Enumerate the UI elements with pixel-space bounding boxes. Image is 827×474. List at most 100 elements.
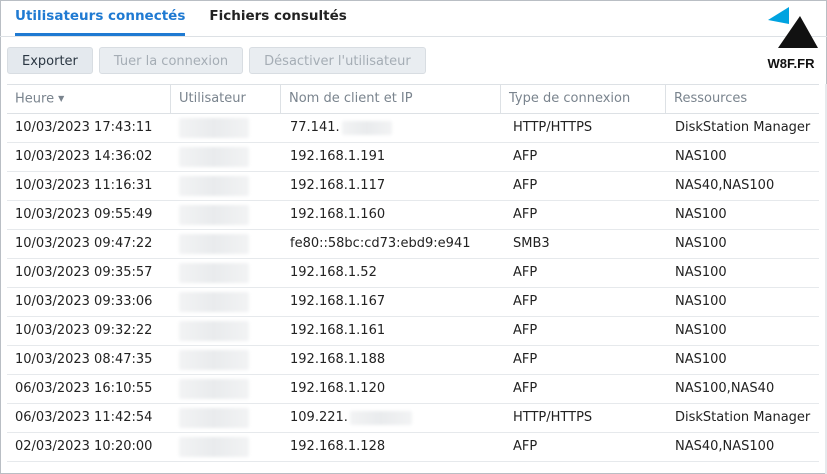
cell-connection-type-text: HTTP/HTTPS (513, 120, 593, 135)
cell-client-text: 192.168.1.52 (290, 265, 377, 280)
cell-time: 06/03/2023 11:42:54 (7, 404, 171, 432)
cell-connection-type: AFP (501, 375, 666, 403)
redacted-username (179, 233, 249, 254)
redacted-username (179, 262, 249, 283)
cell-resources-text: DiskStation Manager (675, 120, 811, 135)
table-row[interactable]: 10/03/2023 11:16:31 192.168.1.117 AFP NAS40… (7, 172, 819, 201)
column-header-resources[interactable]: Ressources (666, 85, 819, 113)
cell-resources-text: NAS100 (675, 207, 727, 222)
cell-time-text: 10/03/2023 09:32:22 (15, 323, 153, 338)
column-header-time[interactable]: Heure ▼ (7, 85, 171, 113)
cell-resources: NAS100 (666, 288, 819, 316)
cell-resources: NAS100 (666, 201, 819, 229)
table-row[interactable]: 06/03/2023 16:10:55 192.168.1.120 AFP NAS10… (7, 375, 819, 404)
cell-time-text: 10/03/2023 09:47:22 (15, 236, 153, 251)
cell-user (171, 433, 281, 461)
cell-user (171, 172, 281, 200)
cell-time: 10/03/2023 08:47:35 (7, 346, 171, 374)
table-row[interactable]: 10/03/2023 09:47:22 fe80::58bc:cd73:ebd9:… (7, 230, 819, 259)
cell-time-text: 10/03/2023 14:36:02 (15, 149, 153, 164)
tab-divider (0, 36, 827, 37)
cell-resources: NAS100,NAS40 (666, 375, 819, 403)
cell-client-text: 192.168.1.128 (290, 439, 386, 454)
cell-client: 192.168.1.52 (281, 259, 501, 287)
cell-resources-text: NAS40,NAS100 (675, 439, 775, 454)
redacted-username (179, 146, 249, 167)
redacted-ip-suffix (341, 120, 392, 135)
cell-resources-text: NAS100 (675, 265, 727, 280)
cell-time: 10/03/2023 09:33:06 (7, 288, 171, 316)
table-header: Heure ▼ Utilisateur Nom de client et IP T… (7, 84, 819, 114)
connections-table: Heure ▼ Utilisateur Nom de client et IP T… (7, 84, 819, 462)
cell-connection-type: AFP (501, 433, 666, 461)
cell-resources: NAS100 (666, 259, 819, 287)
cell-time-text: 06/03/2023 11:42:54 (15, 410, 153, 425)
cell-time: 10/03/2023 09:32:22 (7, 317, 171, 345)
cell-user (171, 404, 281, 432)
cell-connection-type: AFP (501, 201, 666, 229)
cell-connection-type-text: AFP (513, 207, 538, 222)
cell-user (171, 375, 281, 403)
table-row[interactable]: 10/03/2023 17:43:11 77.141. HTTP/HTTPS Disk… (7, 114, 819, 143)
cell-resources-text: DiskStation Manager (675, 410, 811, 425)
cell-client-text: 192.168.1.191 (290, 149, 386, 164)
cell-client-text: 192.168.1.161 (290, 323, 386, 338)
cell-time: 10/03/2023 09:47:22 (7, 230, 171, 258)
cell-user (171, 201, 281, 229)
cell-client: 192.168.1.160 (281, 201, 501, 229)
cell-resources-text: NAS100 (675, 323, 727, 338)
cell-user (171, 230, 281, 258)
cell-resources: DiskStation Manager (666, 114, 819, 142)
table-row[interactable]: 10/03/2023 14:36:02 192.168.1.191 AFP NAS10… (7, 143, 819, 172)
cell-connection-type-text: AFP (513, 294, 538, 309)
cell-connection-type-text: AFP (513, 178, 538, 193)
cell-resources: NAS40,NAS100 (666, 433, 819, 461)
table-row[interactable]: 02/03/2023 10:20:00 192.168.1.128 AFP NAS40… (7, 433, 819, 462)
cell-time: 10/03/2023 17:43:11 (7, 114, 171, 142)
column-header-user[interactable]: Utilisateur (171, 85, 281, 113)
table-row[interactable]: 10/03/2023 09:32:22 192.168.1.161 AFP NAS10… (7, 317, 819, 346)
cell-time-text: 02/03/2023 10:20:00 (15, 439, 153, 454)
cell-connection-type: AFP (501, 143, 666, 171)
table-row[interactable]: 10/03/2023 09:35:57 192.168.1.52 AFP NAS100 (7, 259, 819, 288)
kill-connection-button[interactable]: Tuer la connexion (98, 47, 244, 74)
cell-user (171, 288, 281, 316)
cell-client-text: 192.168.1.188 (290, 352, 386, 367)
cell-resources-text: NAS100 (675, 236, 727, 251)
cell-resources-text: NAS40,NAS100 (675, 178, 775, 193)
table-row[interactable]: 10/03/2023 08:47:35 192.168.1.188 AFP NAS10… (7, 346, 819, 375)
w8f-logo-text: W8F.FR (767, 56, 815, 71)
tab-connected-users[interactable]: Utilisateurs connectés (15, 0, 186, 36)
disable-user-button[interactable]: Désactiver l'utilisateur (249, 47, 426, 74)
cell-client: 77.141. (281, 114, 501, 142)
column-header-connection-type[interactable]: Type de connexion (501, 85, 666, 113)
table-row[interactable]: 06/03/2023 11:42:54 109.221. HTTP/HTTPS Dis… (7, 404, 819, 433)
cell-user (171, 346, 281, 374)
cell-client: fe80::58bc:cd73:ebd9:e941 (281, 230, 501, 258)
cell-resources-text: NAS100,NAS40 (675, 381, 775, 396)
cell-user (171, 317, 281, 345)
cell-resources-text: NAS100 (675, 294, 727, 309)
cell-client: 192.168.1.161 (281, 317, 501, 345)
cell-resources: NAS40,NAS100 (666, 172, 819, 200)
cell-client-text: 192.168.1.117 (290, 178, 386, 193)
export-button[interactable]: Exporter (7, 47, 93, 74)
tab-viewed-files[interactable]: Fichiers consultés (209, 0, 346, 36)
column-header-client[interactable]: Nom de client et IP (281, 85, 501, 113)
redacted-username (179, 349, 249, 370)
table-row[interactable]: 10/03/2023 09:33:06 192.168.1.167 AFP NAS10… (7, 288, 819, 317)
cell-connection-type: AFP (501, 317, 666, 345)
cell-time-text: 10/03/2023 09:33:06 (15, 294, 153, 309)
cell-connection-type: AFP (501, 259, 666, 287)
cell-connection-type: AFP (501, 346, 666, 374)
cell-client-text: 192.168.1.167 (290, 294, 386, 309)
cell-connection-type-text: AFP (513, 323, 538, 338)
cell-client: 192.168.1.167 (281, 288, 501, 316)
cell-client-text: fe80::58bc:cd73:ebd9:e941 (290, 236, 471, 251)
cell-time-text: 06/03/2023 16:10:55 (15, 381, 153, 396)
w8f-logo-icon (768, 7, 818, 48)
table-row[interactable]: 10/03/2023 09:55:49 192.168.1.160 AFP NAS10… (7, 201, 819, 230)
cell-time: 06/03/2023 16:10:55 (7, 375, 171, 403)
redacted-username (179, 320, 249, 341)
table-body: 10/03/2023 17:43:11 77.141. HTTP/HTTPS Disk… (7, 114, 819, 462)
